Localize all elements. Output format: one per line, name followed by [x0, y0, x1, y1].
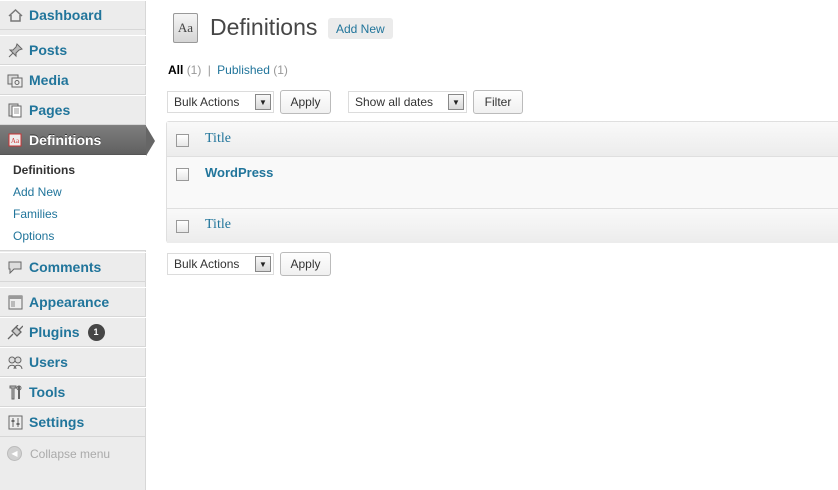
select-all-checkbox-bottom[interactable]: [176, 220, 189, 233]
collapse-menu-button[interactable]: ◀ Collapse menu: [7, 446, 110, 461]
filter-button[interactable]: Filter: [473, 90, 523, 114]
menu-plugins-label: Plugins: [29, 324, 80, 340]
plugins-update-badge: 1: [87, 323, 105, 341]
submenu-families[interactable]: Families: [13, 207, 58, 221]
status-filter-links: All (1) | Published (1): [168, 63, 288, 77]
definitions-table: Title WordPress Title: [166, 121, 838, 243]
column-title-footer[interactable]: Title: [205, 217, 231, 233]
table-footer: Title: [167, 208, 838, 243]
add-new-button[interactable]: Add New: [328, 18, 393, 39]
filter-all-count: (1): [186, 63, 202, 77]
menu-dashboard[interactable]: Dashboard: [0, 0, 146, 30]
pages-icon: [7, 102, 23, 118]
menu-posts-label: Posts: [29, 42, 68, 58]
menu-definitions-label: Definitions: [29, 132, 102, 148]
tools-icon: [7, 384, 23, 400]
menu-plugins[interactable]: Plugins 1: [0, 317, 146, 347]
menu-posts[interactable]: Posts: [0, 35, 146, 65]
menu-appearance[interactable]: Appearance: [0, 287, 146, 317]
dates-value: Show all dates: [355, 95, 434, 109]
table-row: WordPress: [167, 157, 838, 208]
bulk-actions-select-top[interactable]: Bulk Actions ▼: [167, 91, 274, 113]
row-title-link[interactable]: WordPress: [205, 165, 273, 180]
submenu-add-new[interactable]: Add New: [13, 185, 62, 199]
menu-media-label: Media: [29, 72, 69, 88]
apply-button-top[interactable]: Apply: [280, 90, 331, 114]
select-all-checkbox-top[interactable]: [176, 134, 189, 147]
submenu-options[interactable]: Options: [13, 229, 54, 243]
bulk-actions-value: Bulk Actions: [174, 95, 240, 109]
comment-icon: [7, 259, 23, 275]
chevron-down-icon: ▼: [448, 94, 464, 110]
table-header: Title: [167, 122, 838, 157]
menu-pages-label: Pages: [29, 102, 71, 118]
users-icon: [7, 354, 23, 370]
media-icon: [7, 72, 23, 88]
chevron-down-icon: ▼: [255, 256, 271, 272]
appearance-icon: [7, 294, 23, 310]
filter-published-link[interactable]: Published: [217, 63, 270, 77]
menu-dashboard-label: Dashboard: [29, 7, 103, 23]
bulk-actions-select-bottom[interactable]: Bulk Actions ▼: [167, 253, 274, 275]
menu-media[interactable]: Media: [0, 65, 146, 95]
menu-appearance-label: Appearance: [29, 294, 110, 310]
page-title: Definitions: [210, 14, 318, 40]
menu-pages[interactable]: Pages: [0, 95, 146, 125]
menu-comments[interactable]: Comments: [0, 252, 146, 282]
definitions-icon: Aa: [7, 132, 23, 148]
menu-tools[interactable]: Tools: [0, 377, 146, 407]
collapse-arrow-icon: ◀: [7, 446, 22, 461]
submenu-definitions[interactable]: Definitions: [13, 163, 75, 177]
definitions-page-icon: Aa: [173, 13, 198, 43]
filter-published-count: (1): [273, 63, 288, 77]
collapse-menu-label: Collapse menu: [30, 446, 111, 461]
row-checkbox[interactable]: [176, 168, 189, 181]
chevron-down-icon: ▼: [255, 94, 271, 110]
definitions-submenu: Definitions Add New Families Options: [0, 155, 146, 251]
bulk-actions-value: Bulk Actions: [174, 257, 240, 271]
svg-text:Aa: Aa: [11, 137, 20, 145]
settings-icon: [7, 414, 23, 430]
dates-select[interactable]: Show all dates ▼: [348, 91, 467, 113]
menu-users-label: Users: [29, 354, 68, 370]
menu-settings-label: Settings: [29, 414, 85, 430]
menu-users[interactable]: Users: [0, 347, 146, 377]
menu-definitions[interactable]: Aa Definitions: [0, 125, 155, 156]
filter-all-link[interactable]: All: [168, 63, 183, 77]
filter-separator: |: [207, 63, 211, 77]
column-title-header[interactable]: Title: [205, 131, 231, 147]
menu-settings[interactable]: Settings: [0, 407, 146, 437]
plug-icon: [7, 324, 23, 340]
apply-button-bottom[interactable]: Apply: [280, 252, 331, 276]
menu-comments-label: Comments: [29, 259, 102, 275]
pin-icon: [7, 42, 23, 58]
dashboard-icon: [7, 7, 23, 23]
admin-sidebar: Dashboard Posts Media Pages Aa Definitio…: [0, 0, 155, 490]
menu-tools-label: Tools: [29, 384, 66, 400]
